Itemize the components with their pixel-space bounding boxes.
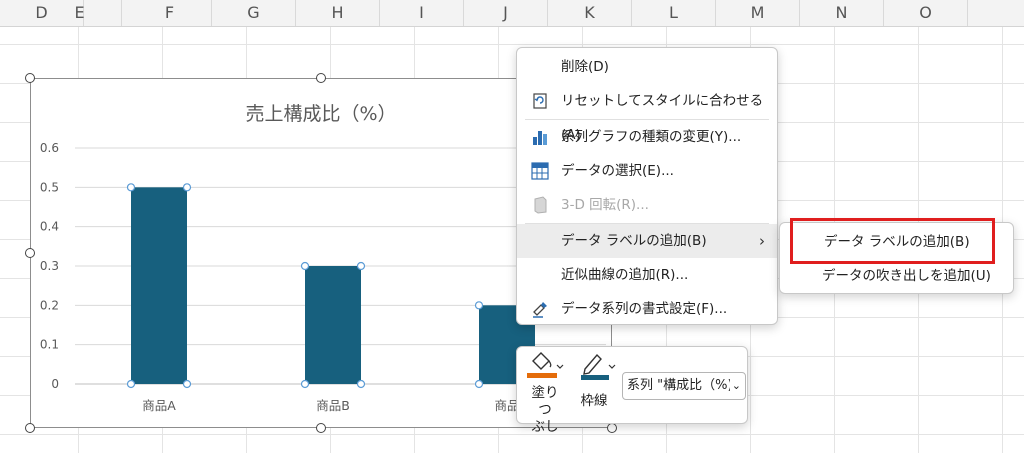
y-tick-label: 0.3 (40, 259, 59, 273)
column-header-j[interactable]: J (464, 0, 548, 26)
menu-item-label: 削除(D) (561, 59, 609, 75)
series-selection-marker[interactable] (182, 379, 192, 389)
column-header-l[interactable]: L (632, 0, 716, 26)
column-header-h[interactable]: H (296, 0, 380, 26)
highlight-box (790, 218, 995, 264)
format-series-icon (533, 302, 547, 318)
column-header-k[interactable]: K (548, 0, 632, 26)
menu-item-select-data[interactable]: データの選択(E)... (517, 154, 777, 188)
menu-item-label: データの選択(E)... (561, 163, 674, 179)
y-tick-label: 0.2 (40, 298, 59, 312)
series-selection-marker[interactable] (126, 183, 136, 192)
menu-item-label: データ ラベルの追加(B) (561, 233, 707, 249)
pen-icon (581, 353, 616, 380)
menu-item-add-trendline[interactable]: 近似曲線の追加(R)... (517, 258, 777, 292)
series-selector-dropdown[interactable]: 系列 "構成比（%) ⌄ (622, 372, 746, 400)
y-tick-label: 0.1 (40, 338, 59, 352)
reset-style-icon (533, 93, 547, 109)
menu-item-change-chart-type[interactable]: 系列グラフの種類の変更(Y)... (517, 120, 777, 154)
outline-label: 枠線 (580, 393, 608, 409)
chevron-right-icon: › (759, 232, 765, 250)
mini-toolbar: 塗りつ ぶし 枠線 系列 "構成比（%) ⌄ (516, 346, 748, 435)
3d-rotation-icon (534, 196, 547, 214)
column-header-n[interactable]: N (800, 0, 884, 26)
series-selection-marker[interactable] (474, 301, 484, 310)
x-tick-label: 商品B (316, 398, 350, 413)
resize-handle-bottom-right[interactable] (607, 423, 617, 433)
bar-商品B[interactable] (305, 266, 361, 384)
fill-button[interactable]: 塗りつ ぶし (525, 351, 573, 435)
y-tick-label: 0 (51, 377, 59, 391)
resize-handle-top-center[interactable] (316, 73, 326, 83)
series-selection-marker[interactable] (126, 379, 136, 389)
paint-bucket-icon (527, 352, 564, 378)
menu-item-label: 系列グラフの種類の変更(Y)... (561, 129, 742, 145)
column-header-i[interactable]: I (380, 0, 464, 26)
menu-item-label: データ系列の書式設定(F)... (561, 301, 728, 317)
menu-item-add-data-labels[interactable]: データ ラベルの追加(B) › (517, 224, 777, 258)
menu-item-3d-rotation: 3-D 回転(R)... (517, 188, 777, 222)
menu-item-delete[interactable]: 削除(D) (517, 50, 777, 84)
menu-item-reset-style[interactable]: リセットしてスタイルに合わせる(A) (517, 84, 777, 143)
y-tick-label: 0.5 (40, 180, 59, 194)
context-menu: 削除(D) リセットしてスタイルに合わせる(A) 系列グラフの種類の変更(Y).… (516, 47, 778, 325)
series-selector-value: 系列 "構成比（%) (627, 378, 733, 393)
resize-handle-top-left[interactable] (25, 73, 35, 83)
bar-商品A[interactable] (131, 187, 187, 384)
resize-handle-middle-left[interactable] (25, 248, 35, 258)
submenu-item-add-data-callouts[interactable]: データの吹き出しを追加(U) (780, 259, 1013, 293)
y-tick-label: 0.4 (40, 220, 59, 234)
resize-handle-bottom-left[interactable] (25, 423, 35, 433)
column-header-g[interactable]: G (212, 0, 296, 26)
series-selection-marker[interactable] (356, 379, 366, 389)
fill-label: 塗りつ ぶし (531, 385, 559, 435)
resize-handle-bottom-center[interactable] (316, 423, 326, 433)
series-selection-marker[interactable] (182, 183, 192, 192)
outline-button[interactable]: 枠線 (575, 351, 619, 421)
series-selection-marker[interactable] (300, 261, 310, 271)
y-tick-label: 0.6 (40, 141, 59, 155)
menu-item-format-data-series[interactable]: データ系列の書式設定(F)... (517, 292, 777, 326)
column-header-o[interactable]: O (884, 0, 968, 26)
column-header-m[interactable]: M (716, 0, 800, 26)
series-selection-marker[interactable] (474, 379, 484, 389)
menu-item-label: 近似曲線の追加(R)... (561, 267, 689, 283)
chevron-down-icon: ⌄ (729, 373, 741, 399)
series-selection-marker[interactable] (300, 379, 310, 389)
chart-type-icon (533, 131, 547, 145)
column-header-bar: DEFGHIJKLMNO (0, 0, 1024, 27)
column-header-f[interactable]: F (128, 0, 212, 26)
column-header-e[interactable]: E (38, 0, 122, 26)
x-tick-label: 商品A (142, 398, 176, 413)
series-selection-marker[interactable] (356, 261, 366, 271)
submenu-item-label: データの吹き出しを追加(U) (822, 268, 991, 284)
menu-item-label: 3-D 回転(R)... (561, 197, 649, 213)
select-data-icon (531, 162, 549, 180)
